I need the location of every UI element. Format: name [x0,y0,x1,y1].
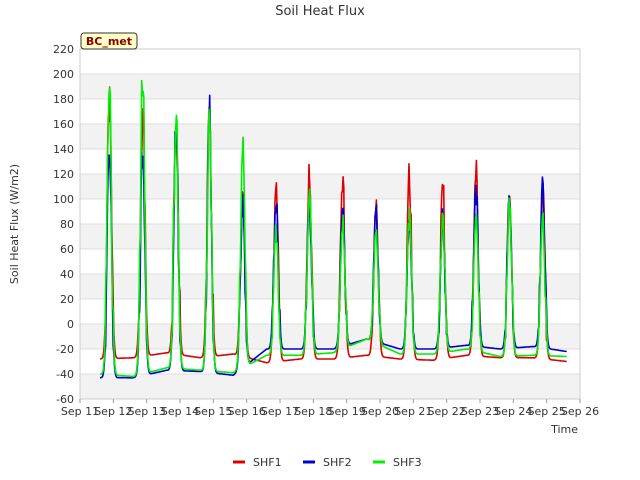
y-tick-label: 0 [67,318,74,331]
x-axis-title: Time [550,423,578,436]
legend-label-shf1: SHF1 [253,456,282,469]
y-axis-ticks: -60-40-20020406080100120140160180200220 [53,43,74,406]
y-tick-label: 200 [53,68,74,81]
y-tick-label: -40 [56,368,74,381]
plot-band [80,199,580,224]
plot-band [80,124,580,149]
plot-band [80,74,580,99]
plot-band [80,174,580,199]
chart-title: Soil Heat Flux [275,4,365,19]
plot-band [80,149,580,174]
y-tick-label: 140 [53,143,74,156]
plot-band [80,224,580,249]
legend: SHF1 SHF2 SHF3 [233,456,422,469]
y-tick-label: 40 [60,268,74,281]
y-tick-label: 20 [60,293,74,306]
y-axis-title: Soil Heat Flux (W/m2) [8,164,21,284]
y-tick-label: 160 [53,118,74,131]
plot-band [80,374,580,399]
plot-band [80,99,580,124]
y-tick-label: 120 [53,168,74,181]
legend-label-shf3: SHF3 [393,456,422,469]
x-tick-label: Sep 26 [561,405,599,418]
plot-band [80,249,580,274]
plot-band [80,49,580,74]
y-tick-label: -20 [56,343,74,356]
y-tick-label: 220 [53,43,74,56]
y-tick-label: 60 [60,243,74,256]
soil-heat-flux-chart: Soil Heat Flux -60-40-200204060801001201… [8,4,599,469]
y-tick-label: 180 [53,93,74,106]
site-badge-text: BC_met [86,35,132,48]
plot-band [80,274,580,299]
x-axis-ticks: Sep 11Sep 12Sep 13Sep 14Sep 15Sep 16Sep … [61,399,599,418]
y-tick-label: 80 [60,218,74,231]
y-tick-label: 100 [53,193,74,206]
legend-label-shf2: SHF2 [323,456,352,469]
site-badge: BC_met [80,32,138,50]
